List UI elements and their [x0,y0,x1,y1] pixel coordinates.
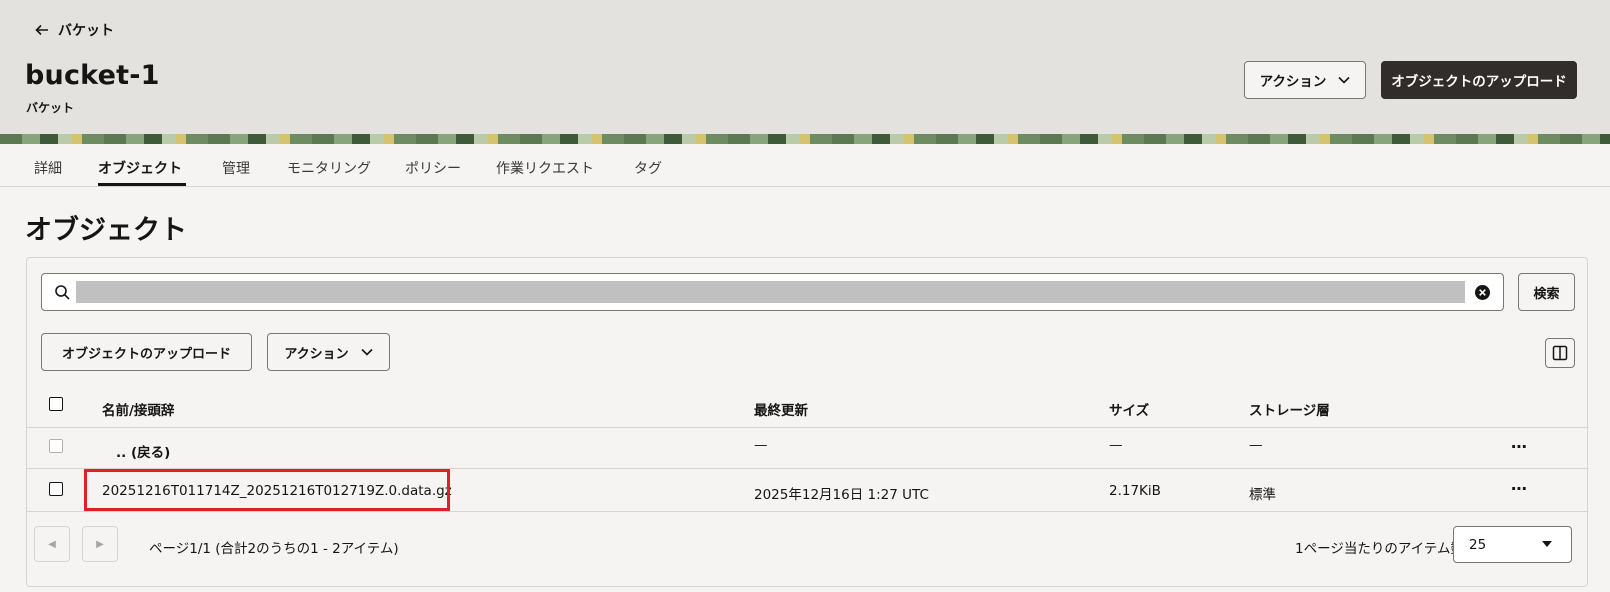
tab-objects[interactable]: オブジェクト [98,158,182,178]
row-last-modified: 2025年12月16日 1:27 UTC [754,487,929,503]
row-checkbox [49,439,63,453]
row-name-link[interactable]: .. (戻る) [116,441,170,461]
previous-page-button[interactable]: ◀ [34,526,70,562]
search-input-value[interactable] [76,281,1465,303]
row-more-actions-icon[interactable]: ⋯ [1511,437,1528,456]
next-page-button[interactable]: ▶ [82,526,118,562]
caret-right-icon: ▶ [96,538,104,550]
column-header-last-modified[interactable]: 最終更新 [754,399,808,419]
header-actions-label: アクション [1259,74,1327,90]
row-checkbox[interactable] [49,482,63,496]
column-settings-button[interactable] [1545,338,1575,368]
header-upload-objects-button[interactable]: オブジェクトのアップロード [1381,61,1577,99]
caret-left-icon: ◀ [48,538,56,550]
tab-bar: 詳細 オブジェクト 管理 モニタリング ポリシー 作業リクエスト タグ [0,144,1610,187]
row-size: — [1109,437,1123,453]
tab-details[interactable]: 詳細 [34,158,62,178]
highlight-box [84,469,450,511]
columns-icon [1552,345,1568,361]
objects-panel: 検索 オブジェクトのアップロード アクション 名前/接頭辞 最終更新 サイズ ス… [26,257,1588,587]
items-per-page-label: 1ページ当たりのアイテム数 [1295,541,1464,557]
column-header-size[interactable]: サイズ [1109,399,1149,419]
tab-work-requests[interactable]: 作業リクエスト [496,158,594,178]
row-divider [27,427,1587,428]
row-storage-tier: 標準 [1249,487,1276,503]
chevron-down-icon [361,348,373,356]
row-more-actions-icon[interactable]: ⋯ [1511,479,1528,498]
active-tab-indicator [98,183,186,186]
items-per-page-value: 25 [1469,537,1487,553]
arrow-left-icon [35,24,48,36]
row-last-modified: — [754,437,768,453]
actions-label: アクション [284,346,349,362]
upload-objects-button[interactable]: オブジェクトのアップロード [41,333,252,371]
chevron-down-icon [1338,76,1350,84]
column-header-storage-tier[interactable]: ストレージ層 [1249,399,1330,419]
row-storage-tier: — [1249,437,1263,453]
items-per-page-select[interactable]: 25 [1453,526,1572,563]
tab-management[interactable]: 管理 [222,158,250,178]
page-subtitle: バケット [26,101,75,115]
actions-dropdown[interactable]: アクション [267,333,390,371]
back-link-label: バケット [58,23,114,39]
page-title: bucket-1 [25,60,160,91]
pagination-status: ページ1/1 (合計2のうちの1 - 2アイテム) [149,541,399,557]
back-to-buckets-link[interactable]: バケット [34,20,114,40]
decorative-banner [0,134,1610,144]
section-title: オブジェクト [25,215,187,246]
select-all-checkbox[interactable] [49,397,63,411]
search-button[interactable]: 検索 [1518,273,1575,311]
row-size: 2.17KiB [1109,483,1161,499]
header-actions-dropdown[interactable]: アクション [1244,61,1366,99]
row-divider [27,511,1587,512]
tab-tags[interactable]: タグ [634,158,662,178]
search-icon [55,285,70,300]
page-header: バケット bucket-1 バケット アクション オブジェクトのアップロード [0,0,1610,142]
search-input[interactable] [41,273,1504,311]
clear-icon[interactable] [1474,284,1491,301]
column-header-name[interactable]: 名前/接頭辞 [102,399,174,419]
tab-policy[interactable]: ポリシー [405,158,461,178]
caret-down-icon [1542,541,1552,547]
tab-monitoring[interactable]: モニタリング [287,158,371,178]
